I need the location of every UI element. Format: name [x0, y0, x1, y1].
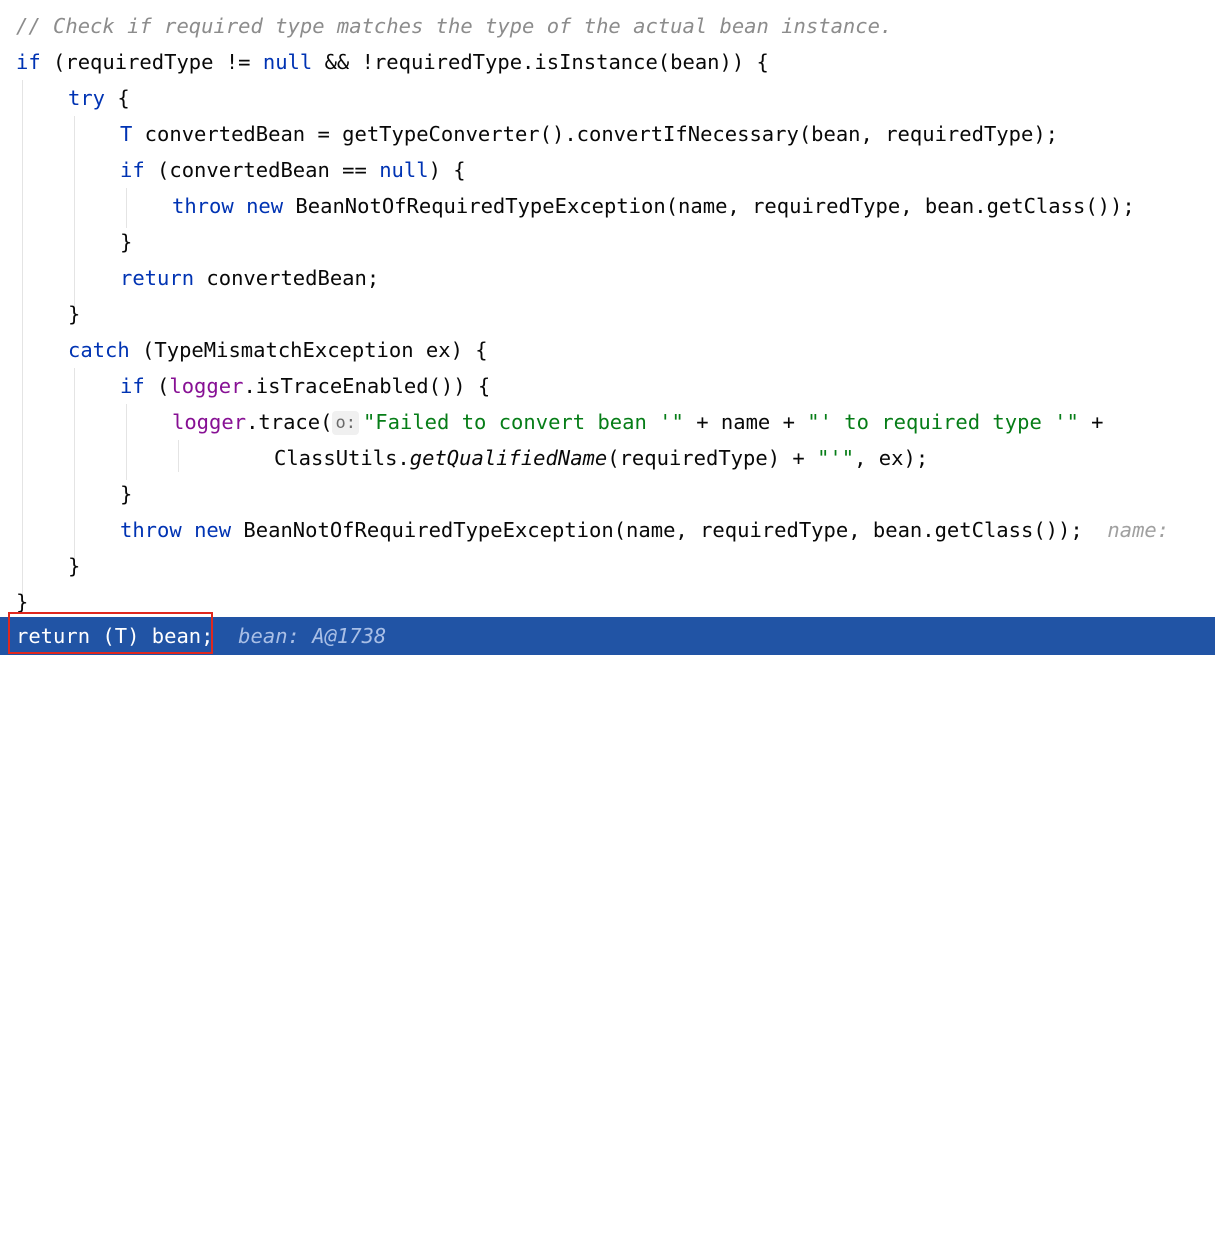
- indent-guide: [22, 80, 23, 600]
- code-line-15: throw new BeanNotOfRequiredTypeException…: [120, 518, 1170, 542]
- highlight-box: [8, 612, 213, 654]
- code-line-8: return convertedBean;: [120, 266, 380, 290]
- inline-debug-value: bean: A@1738: [238, 624, 387, 648]
- indent-guide: [126, 188, 127, 228]
- code-line-12: logger.trace(o: "Failed to convert bean '…: [172, 410, 1104, 435]
- code-line-2: if (requiredType != null && !requiredTyp…: [16, 50, 769, 74]
- inline-debug-hint: name:: [1107, 518, 1170, 542]
- code-line-6: throw new BeanNotOfRequiredTypeException…: [172, 194, 1135, 218]
- code-line-10: catch (TypeMismatchException ex) {: [68, 338, 488, 362]
- code-line-5: if (convertedBean == null) {: [120, 158, 466, 182]
- code-comment: // Check if required type matches the ty…: [16, 14, 893, 38]
- parameter-hint: o:: [332, 411, 359, 435]
- indent-guide: [126, 404, 127, 480]
- code-line-13: ClassUtils.getQualifiedName(requiredType…: [274, 446, 929, 470]
- code-line-4: T convertedBean = getTypeConverter().con…: [120, 122, 1058, 146]
- code-line-11: if (logger.isTraceEnabled()) {: [120, 374, 491, 398]
- watermark: @稀土掘金技术社区: [1042, 1236, 1195, 1256]
- code-line-3: try {: [68, 86, 130, 110]
- code-line-9: }: [68, 302, 81, 326]
- code-line-1: // Check if required type matches the ty…: [16, 8, 1215, 44]
- code-line-17: }: [16, 590, 29, 614]
- indent-guide: [178, 440, 179, 472]
- code-line-7: }: [120, 230, 133, 254]
- code-editor[interactable]: // Check if required type matches the ty…: [0, 0, 1215, 1256]
- indent-guide: [74, 368, 75, 558]
- code-line-14: }: [120, 482, 133, 506]
- indent-guide: [74, 116, 75, 306]
- code-line-16: }: [68, 554, 81, 578]
